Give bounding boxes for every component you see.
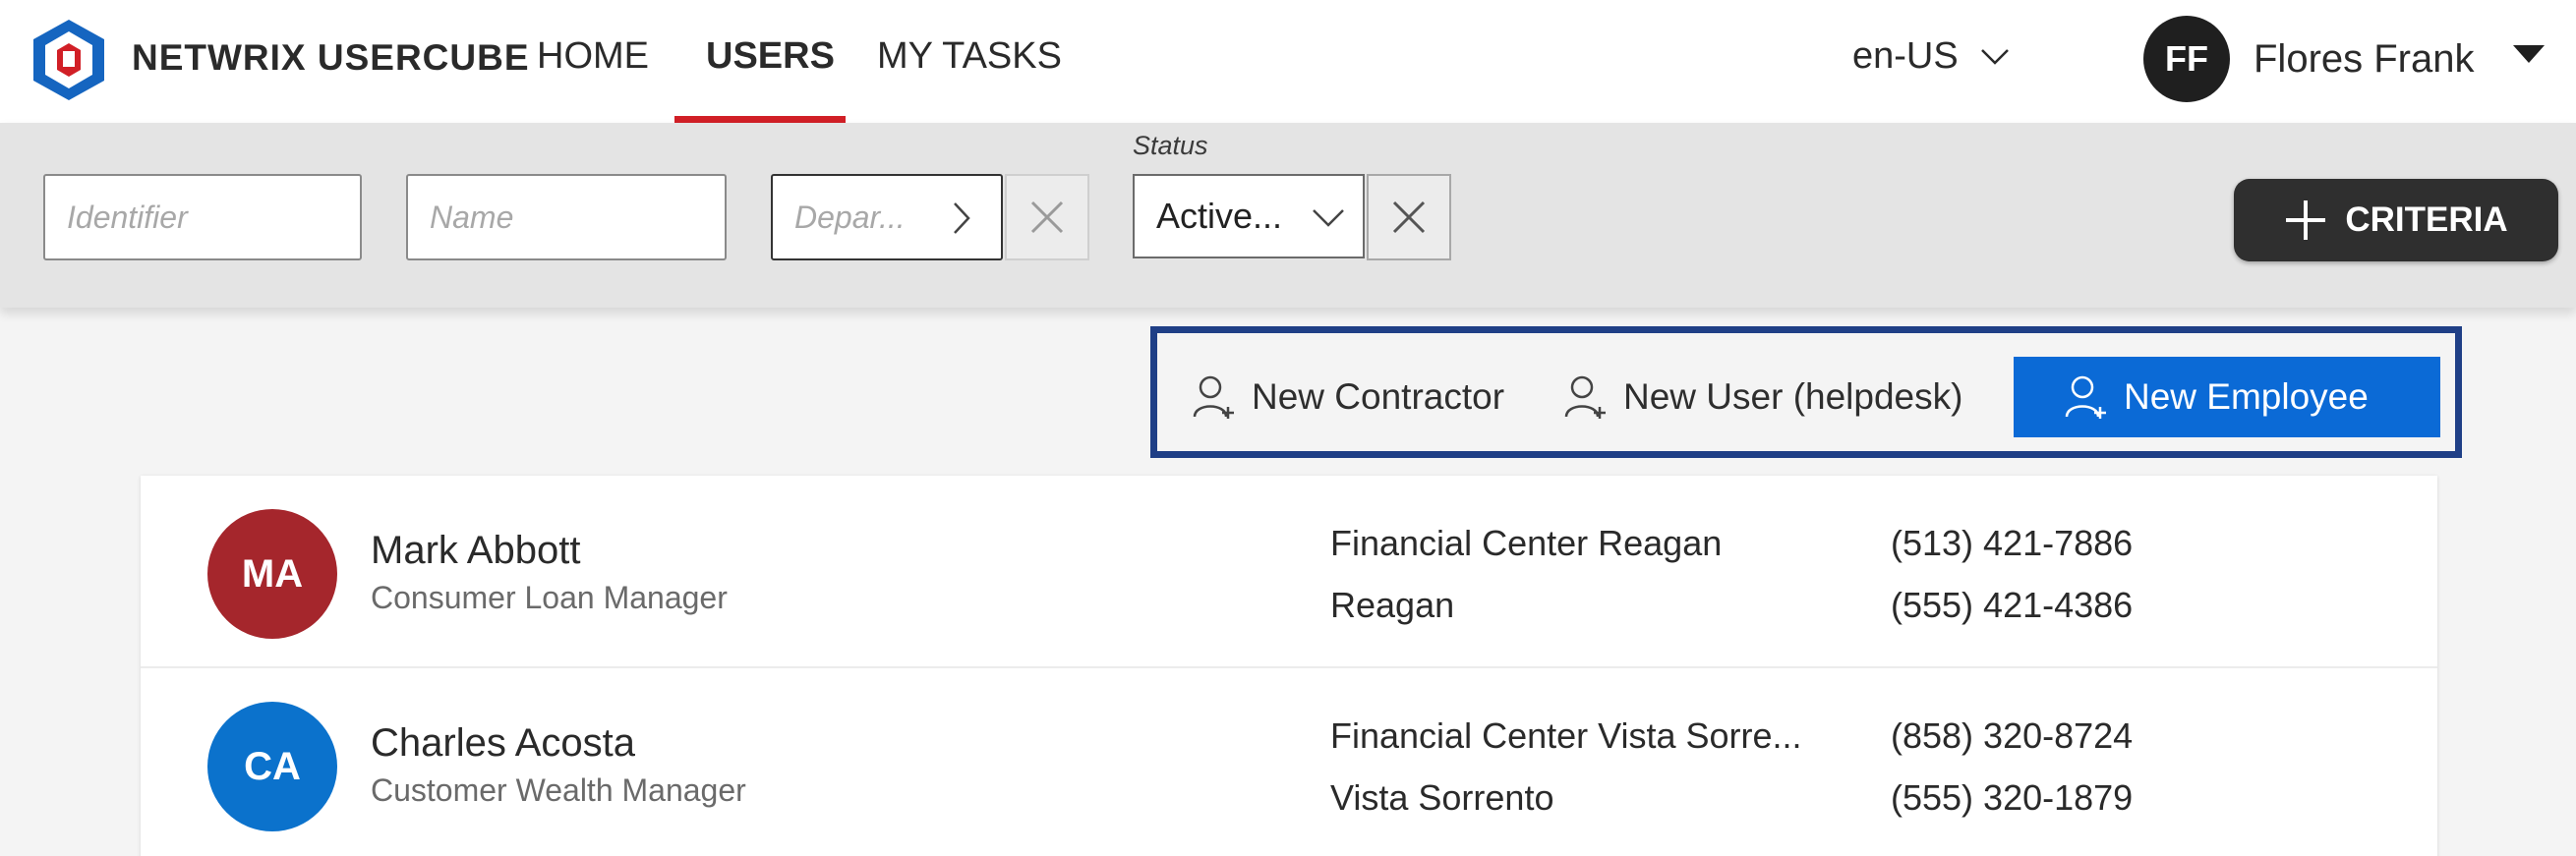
user-name: Mark Abbott (371, 529, 581, 572)
department-picker[interactable]: Depar... (771, 174, 1003, 260)
chevron-down-icon (1313, 209, 1344, 227)
brand-name: NETWRIX USERCUBE (132, 37, 530, 78)
user-menu-caret-icon[interactable] (2513, 45, 2545, 63)
status-label: Status (1133, 131, 1208, 160)
user-phone-secondary: (555) 421-4386 (1891, 585, 2134, 625)
status-select[interactable]: Active... (1133, 174, 1365, 258)
active-tab-indicator (674, 116, 846, 123)
clear-status-button[interactable] (1367, 174, 1451, 260)
new-user-helpdesk-label: New User (helpdesk) (1623, 376, 1963, 417)
chevron-right-icon (954, 202, 970, 234)
chevron-down-icon (1980, 48, 2009, 65)
user-list: MA Mark Abbott Consumer Loan Manager Fin… (141, 476, 2437, 856)
new-employee-label: New Employee (2124, 376, 2369, 417)
department-placeholder: Depar... (794, 199, 906, 235)
add-criteria-button[interactable]: CRITERIA (2234, 179, 2558, 261)
current-user-name[interactable]: Flores Frank (2254, 37, 2475, 82)
top-header: NETWRIX USERCUBE HOME USERS MY TASKS en-… (0, 0, 2576, 123)
user-phone-primary: (858) 320-8724 (1891, 715, 2134, 756)
add-user-icon (1193, 375, 1234, 419)
user-site: Reagan (1330, 585, 1455, 625)
user-phone-primary: (513) 421-7886 (1891, 523, 2134, 563)
name-input[interactable] (430, 176, 725, 258)
user-name: Charles Acosta (371, 721, 636, 765)
avatar: CA (207, 702, 337, 831)
user-row[interactable]: CA Charles Acosta Customer Wealth Manage… (141, 666, 2437, 856)
close-icon (1030, 200, 1064, 234)
user-row[interactable]: MA Mark Abbott Consumer Loan Manager Fin… (141, 476, 2437, 666)
nav-home[interactable]: HOME (537, 35, 649, 78)
language-label: en-US (1852, 35, 1959, 77)
current-user-avatar[interactable]: FF (2143, 16, 2230, 102)
new-contractor-button[interactable]: New Contractor (1193, 357, 1504, 437)
name-field[interactable] (406, 174, 727, 260)
nav-users[interactable]: USERS (706, 35, 835, 78)
user-job-title: Consumer Loan Manager (371, 580, 728, 615)
user-phone-secondary: (555) 320-1879 (1891, 777, 2134, 818)
user-location: Financial Center Reagan (1330, 523, 1723, 563)
close-icon (1392, 200, 1426, 234)
identifier-input[interactable] (67, 176, 360, 258)
language-selector[interactable]: en-US (1852, 35, 2010, 78)
add-user-icon (2065, 375, 2106, 419)
status-value: Active... (1156, 196, 1283, 236)
new-contractor-label: New Contractor (1252, 376, 1505, 417)
add-user-icon (1564, 375, 1606, 419)
clear-department-button[interactable] (1005, 174, 1089, 260)
user-site: Vista Sorrento (1330, 777, 1554, 818)
avatar: MA (207, 509, 337, 639)
criteria-label: CRITERIA (2345, 200, 2508, 239)
nav-my-tasks[interactable]: MY TASKS (877, 35, 1062, 78)
new-user-helpdesk-button[interactable]: New User (helpdesk) (1564, 357, 1962, 437)
create-actions-group: New Contractor New User (helpdesk) New E… (1150, 326, 2462, 458)
new-employee-button[interactable]: New Employee (2014, 357, 2440, 437)
identifier-field[interactable] (43, 174, 362, 260)
usercube-logo-icon[interactable] (29, 18, 108, 102)
plus-icon (2286, 200, 2326, 240)
user-job-title: Customer Wealth Manager (371, 772, 746, 808)
user-location: Financial Center Vista Sorre... (1330, 715, 1802, 756)
